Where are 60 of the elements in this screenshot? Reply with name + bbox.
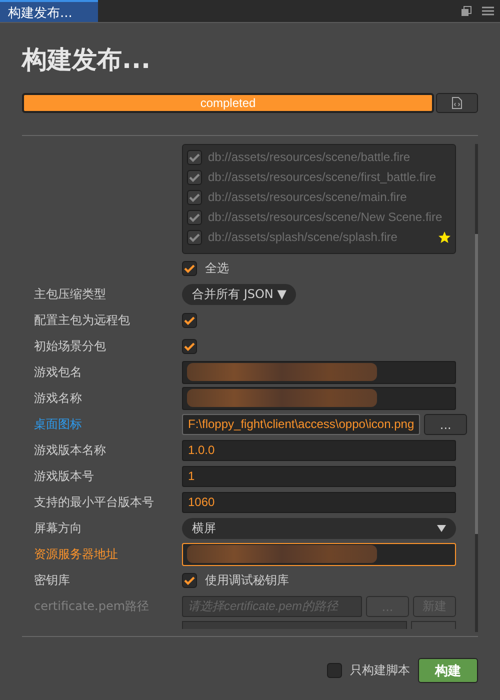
check-icon xyxy=(189,212,200,222)
checkbox[interactable] xyxy=(182,573,197,588)
document-icon xyxy=(452,97,462,109)
scene-checkbox[interactable] xyxy=(187,230,202,244)
field-label: 主包压缩类型 xyxy=(34,286,107,303)
checkbox[interactable] xyxy=(327,663,342,678)
checkbox[interactable] xyxy=(182,339,197,354)
dropdown[interactable]: 合并所有 JSON ▼ xyxy=(182,284,296,305)
check-icon xyxy=(189,192,200,202)
field-label: 游戏版本名称 xyxy=(34,442,107,459)
popout-icon[interactable] xyxy=(461,6,472,16)
field-label: 初始场景分包 xyxy=(34,338,107,355)
text-field[interactable]: 1 xyxy=(182,466,456,487)
field-label: 游戏版本号 xyxy=(34,468,95,485)
field-label: 游戏包名 xyxy=(34,364,83,381)
field-label: 屏幕方向 xyxy=(34,520,83,537)
menu-icon[interactable] xyxy=(482,6,494,16)
scene-path: db://assets/resources/scene/first_battle.fire xyxy=(208,170,438,184)
scene-path: db://assets/resources/scene/main.fire xyxy=(208,190,408,204)
checkbox[interactable] xyxy=(182,313,197,328)
scene-checkbox[interactable] xyxy=(187,170,202,184)
dropdown[interactable]: 横屏 xyxy=(182,518,456,539)
blurred-field[interactable] xyxy=(182,387,456,410)
field-label: 资源服务器地址 xyxy=(34,546,119,563)
browse-button[interactable]: ... xyxy=(424,414,467,435)
scene-path: db://assets/resources/scene/battle.fire xyxy=(208,150,412,164)
blurred-field[interactable] xyxy=(182,361,456,384)
field-label: 支持的最小平台版本号 xyxy=(34,494,155,511)
field-label: 桌面图标 xyxy=(34,416,83,433)
field-label: 游戏名称 xyxy=(34,390,83,407)
text-field[interactable]: 1060 xyxy=(182,492,456,513)
path-field[interactable]: F:\floppy_fight\client\access\oppo\icon.png xyxy=(182,414,420,435)
page-heading: 构建发布... xyxy=(22,44,152,76)
log-button[interactable] xyxy=(436,93,478,113)
blurred-field[interactable] xyxy=(182,543,456,566)
check-icon xyxy=(189,232,200,242)
check-icon xyxy=(184,316,195,325)
scene-path: db://assets/splash/scene/splash.fire xyxy=(208,230,398,244)
check-icon xyxy=(184,342,195,351)
check-icon xyxy=(184,264,195,273)
field-label: 密钥库 xyxy=(34,572,71,589)
checkbox[interactable] xyxy=(182,261,197,276)
progress-label: completed xyxy=(199,95,257,111)
scene-checkbox[interactable] xyxy=(187,150,202,164)
checkbox-label: 使用调试秘钥库 xyxy=(205,572,289,589)
check-icon xyxy=(189,172,200,182)
checkbox-label: 全选 xyxy=(205,260,229,277)
caret-icon xyxy=(437,525,446,532)
text-field[interactable]: 1.0.0 xyxy=(182,440,456,461)
scene-path: db://assets/resources/scene/New Scene.fire xyxy=(208,210,444,224)
check-icon xyxy=(189,152,200,162)
check-icon xyxy=(184,576,195,585)
scrollbar[interactable] xyxy=(475,144,478,632)
field-label: 配置主包为远程包 xyxy=(34,312,131,329)
path-field[interactable] xyxy=(182,621,407,629)
panel-tab[interactable]: 构建发布... xyxy=(0,0,98,22)
scene-checkbox[interactable] xyxy=(187,210,202,224)
checkbox-label: 只构建脚本 xyxy=(350,662,410,679)
scene-checkbox[interactable] xyxy=(187,190,202,204)
field-label: certificate.pem路径 xyxy=(34,598,150,615)
